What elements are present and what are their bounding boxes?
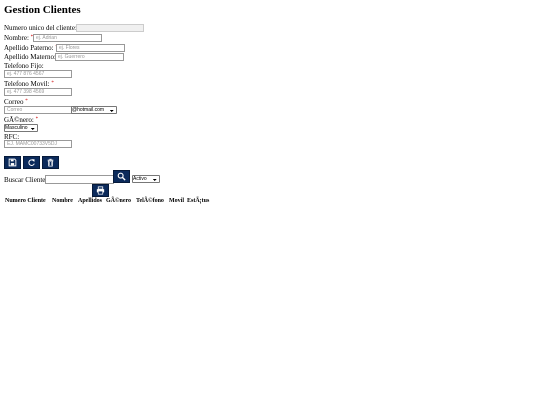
- printer-icon: [96, 186, 105, 195]
- status-select[interactable]: Activo: [132, 175, 160, 183]
- materno-field[interactable]: [55, 53, 124, 61]
- tel-movil-field[interactable]: [4, 88, 72, 96]
- th-genero: GÃ©nero: [106, 198, 132, 204]
- required-mark: *: [25, 99, 28, 104]
- th-movil: Movil: [169, 198, 184, 204]
- buscar-label: Buscar Cliente: [4, 176, 46, 184]
- tel-movil-label-wrap: Telefono Movil: *: [4, 80, 54, 88]
- page-title: Gestion Clientes: [4, 4, 81, 16]
- correo-field[interactable]: [4, 106, 72, 114]
- delete-button[interactable]: [42, 156, 59, 169]
- print-button[interactable]: [92, 184, 109, 197]
- required-mark: *: [51, 81, 54, 86]
- paterno-label-wrap: Apellido Paterno: *: [4, 44, 58, 52]
- numero-field[interactable]: [76, 24, 144, 32]
- nombre-label: Nombre:: [4, 34, 29, 42]
- genero-label: GÃ©nero:: [4, 116, 34, 124]
- th-estatus: EstÃ¡tus: [187, 198, 210, 204]
- search-icon: [117, 172, 126, 181]
- numero-label: Numero unico del cliente:: [4, 24, 77, 32]
- refresh-icon: [28, 159, 35, 166]
- genero-select[interactable]: Masculino: [4, 124, 38, 132]
- genero-label-wrap: GÃ©nero: *: [4, 116, 38, 124]
- correo-label: Correo: [4, 98, 24, 106]
- trash-icon: [47, 158, 54, 167]
- tel-movil-label: Telefono Movil:: [4, 80, 50, 88]
- tel-fijo-label: Telefono Fijo:: [4, 62, 44, 70]
- search-button[interactable]: [113, 170, 130, 183]
- search-input[interactable]: [45, 175, 114, 184]
- tel-fijo-field[interactable]: [4, 70, 72, 78]
- materno-label: Apellido Materno:: [4, 53, 56, 61]
- refresh-button[interactable]: [23, 156, 40, 169]
- nombre-label-wrap: Nombre: *: [4, 34, 33, 42]
- paterno-label: Apellido Paterno:: [4, 44, 54, 52]
- th-apellidos: Apellidos: [78, 198, 103, 204]
- rfc-field[interactable]: [4, 140, 72, 148]
- nombre-field[interactable]: [33, 34, 102, 42]
- dominio-select[interactable]: @hotmail.com: [71, 106, 117, 114]
- th-telefono: TelÃ©fono: [136, 198, 164, 204]
- th-nombre: Nombre: [52, 198, 73, 204]
- correo-label-wrap: Correo *: [4, 98, 28, 106]
- th-numero-cliente: Numero Cliente: [5, 198, 46, 204]
- save-button[interactable]: [4, 156, 21, 169]
- paterno-field[interactable]: [56, 44, 125, 52]
- required-mark: *: [35, 117, 39, 122]
- save-icon: [8, 158, 17, 167]
